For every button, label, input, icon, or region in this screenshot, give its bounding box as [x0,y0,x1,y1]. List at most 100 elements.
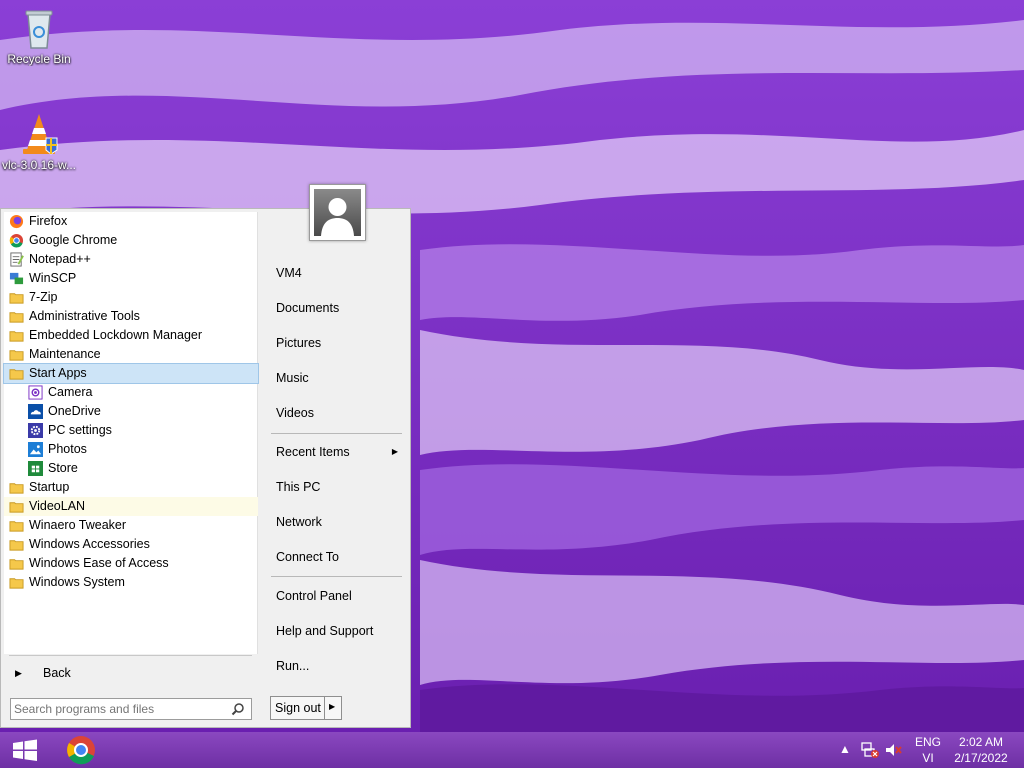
vlc-cone-icon [23,114,58,155]
search-box[interactable] [10,698,252,720]
program-label: Store [48,461,78,475]
folder-icon [9,293,24,304]
control-panel-link[interactable]: Control Panel [271,582,402,610]
program-label: Google Chrome [29,233,118,247]
connect-to-link[interactable]: Connect To [271,543,402,571]
videos-link[interactable]: Videos [271,399,402,427]
program-item-notepad-plus-plus[interactable]: Notepad++ [4,250,258,269]
run-label: Run... [276,659,310,673]
clock-time: 2:02 AM [958,735,1004,749]
pictures-link[interactable]: Pictures [271,329,402,357]
connect-to-label: Connect To [276,550,340,564]
program-label: Maintenance [29,347,101,361]
recycle-bin-icon [25,10,53,49]
sign-out-label: Sign out [275,701,321,715]
clock-date: 2/17/2022 [954,751,1008,765]
program-label: OneDrive [48,404,101,418]
program-folder-videolan[interactable]: VideoLAN [4,497,258,516]
program-folder-winaero-tweaker[interactable]: Winaero Tweaker [4,516,258,535]
program-item-onedrive[interactable]: OneDrive [4,402,258,421]
show-hidden-icons-button[interactable]: ▲ [838,742,852,756]
documents-link[interactable]: Documents [271,294,402,322]
windows-logo-icon [13,739,37,761]
documents-label: Documents [276,301,340,315]
folder-icon [9,350,24,361]
program-item-winscp[interactable]: WinSCP [4,269,258,288]
program-item-google-chrome[interactable]: Google Chrome [4,231,258,250]
program-folder-windows-system[interactable]: Windows System [4,573,258,592]
volume-muted-icon[interactable] [884,741,904,759]
store-icon [28,461,43,476]
program-label: Start Apps [29,366,87,380]
clock[interactable]: 2:02 AM 2/17/2022 [950,734,1012,766]
program-folder-administrative-tools[interactable]: Administrative Tools [4,307,258,326]
camera-icon [28,385,43,400]
folder-icon [9,483,24,494]
programs-pane: Firefox Google Chrome Notepad++ WinSCP 7… [3,212,259,654]
folder-icon [9,312,24,323]
power-options-arrow-icon[interactable]: ▶ [329,702,335,711]
network-label: Network [276,515,322,529]
this-pc-link[interactable]: This PC [271,473,402,501]
desktop-icon-recycle-bin[interactable]: Recycle Bin [0,6,78,66]
program-label: Windows Ease of Access [29,556,169,570]
search-icon [231,703,244,716]
program-folder-windows-ease-of-access[interactable]: Windows Ease of Access [4,554,258,573]
folder-icon [9,559,24,570]
network-link[interactable]: Network [271,508,402,536]
program-label: Notepad++ [29,252,91,266]
back-button[interactable]: ▶ Back [9,662,252,684]
winscp-icon [9,272,24,285]
program-label: Winaero Tweaker [29,518,127,532]
network-disconnected-icon[interactable] [860,741,880,759]
program-folder-startup[interactable]: Startup [4,478,258,497]
folder-icon [9,502,24,513]
program-item-photos[interactable]: Photos [4,440,258,459]
chrome-icon [67,736,95,765]
search-input[interactable] [14,701,224,717]
taskbar-chrome-button[interactable] [56,732,106,768]
program-label: Camera [48,385,93,399]
input-method-label: VI [922,751,934,765]
gear-icon [28,423,43,438]
help-support-label: Help and Support [276,624,374,638]
right-pane-separator [271,576,402,577]
program-label: Startup [29,480,70,494]
desktop-icon-label: Recycle Bin [7,52,71,66]
sign-out-divider [324,697,325,719]
program-label: Windows System [29,575,125,589]
start-button[interactable] [0,732,50,768]
folder-icon [9,331,24,342]
programs-list: Firefox Google Chrome Notepad++ WinSCP 7… [3,212,259,592]
program-folder-windows-accessories[interactable]: Windows Accessories [4,535,258,554]
videos-label: Videos [276,406,314,420]
program-item-camera[interactable]: Camera [4,383,258,402]
program-item-pc-settings[interactable]: PC settings [4,421,258,440]
pictures-label: Pictures [276,336,322,350]
firefox-icon [9,214,24,229]
sign-out-button[interactable]: Sign out ▶ [270,696,342,720]
program-folder-maintenance[interactable]: Maintenance [4,345,258,364]
photos-icon [28,442,43,457]
chrome-icon [9,233,24,248]
program-label: Photos [48,442,87,456]
user-folder-link[interactable]: VM4 [271,259,402,287]
desktop-icon-vlc-installer[interactable]: vlc-3.0.16-w... [0,112,78,172]
program-folder-start-apps[interactable]: Start Apps [3,363,259,384]
user-avatar[interactable] [309,184,366,241]
notepad-plus-plus-icon [10,252,24,267]
input-language-indicator[interactable]: ENG VI [908,734,948,766]
music-link[interactable]: Music [271,364,402,392]
program-label: PC settings [48,423,112,437]
program-item-firefox[interactable]: Firefox [4,212,258,231]
program-folder-7-zip[interactable]: 7-Zip [4,288,258,307]
recent-items-link[interactable]: Recent Items ▶ [271,438,402,466]
run-link[interactable]: Run... [271,652,402,680]
help-support-link[interactable]: Help and Support [271,617,402,645]
program-label: Firefox [29,214,68,228]
taskbar: ▲ ENG VI 2:02 AM 2/17/2022 [0,732,1024,768]
start-menu: Firefox Google Chrome Notepad++ WinSCP 7… [0,184,411,728]
this-pc-label: This PC [276,480,321,494]
program-folder-embedded-lockdown-manager[interactable]: Embedded Lockdown Manager [4,326,258,345]
program-item-store[interactable]: Store [4,459,258,478]
